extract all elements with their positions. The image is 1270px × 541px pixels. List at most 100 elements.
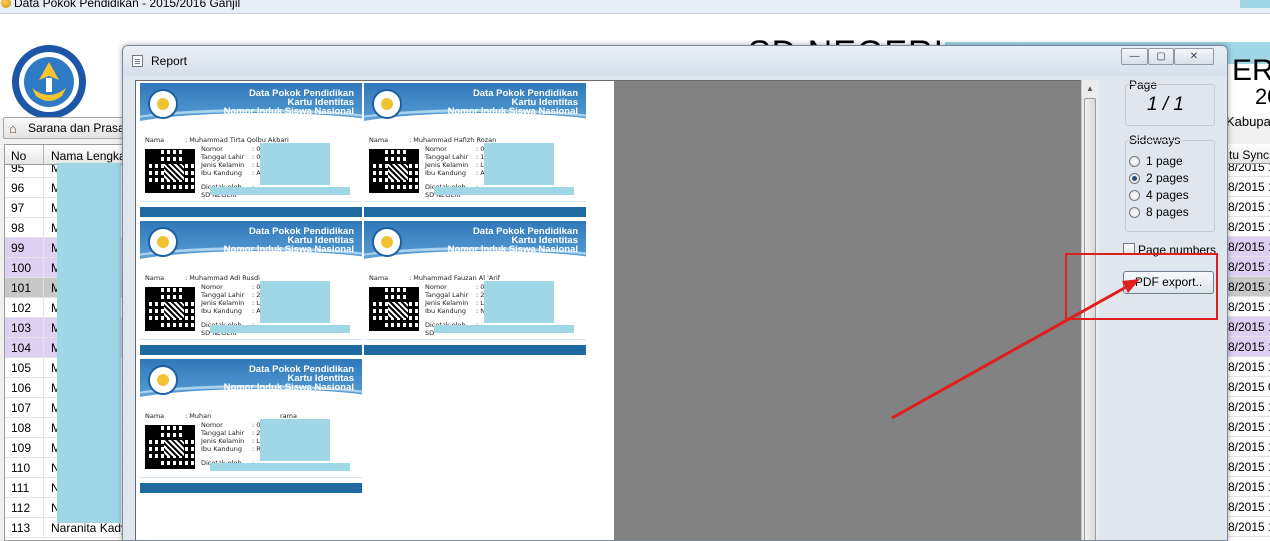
name-label: Nama [145, 274, 165, 282]
row-number: 97 [11, 201, 25, 215]
redaction-block [484, 281, 554, 323]
table-row[interactable]: 8/2015 1 [1227, 177, 1270, 197]
row-name: Naranita Kady [51, 521, 126, 535]
jk-label: Jenis Kelamin [201, 161, 245, 169]
card-footer-bar [364, 207, 586, 217]
card-subtitle: Nomor Induk Siswa Nasional [447, 106, 578, 117]
redaction-block [260, 143, 330, 185]
col-header-no[interactable]: No [11, 149, 26, 163]
qr-code [145, 425, 195, 469]
column-divider [43, 178, 44, 198]
row-number: 100 [11, 261, 32, 275]
row-number: 107 [11, 401, 32, 415]
column-divider [43, 518, 44, 538]
column-divider [43, 198, 44, 218]
tgl-label: Tanggal Lahir [425, 153, 469, 161]
qr-code [369, 149, 419, 193]
sideways-radio-1[interactable] [1129, 156, 1140, 167]
row-number: 105 [11, 361, 32, 375]
table-row[interactable]: 8/2015 1 [1227, 237, 1270, 257]
house-icon: ⌂ [9, 121, 17, 136]
qr-pattern [388, 302, 408, 318]
qr-pattern [164, 302, 184, 318]
header-year-fragment: 20 [1255, 84, 1270, 109]
student-grid[interactable]: 95 M 96 M 97 M 98 M 99 M 100 M 101 M 102 M 103 M 104 M 105 M 1… [4, 144, 126, 541]
col-header-sync[interactable]: tu Sync [1227, 144, 1270, 164]
redaction-block [434, 187, 574, 195]
sideways-option-label[interactable]: 1 page [1146, 154, 1183, 168]
scroll-up-arrow-icon[interactable]: ▲ [1086, 84, 1094, 93]
jk-label: Jenis Kelamin [201, 299, 245, 307]
ibu-label: Ibu Kandung [425, 307, 466, 315]
table-row[interactable]: 8/2015 1 [1227, 437, 1270, 457]
card-subtitle: Nomor Induk Siswa Nasional [223, 106, 354, 117]
redaction-block [1240, 0, 1270, 8]
sideways-radio-4[interactable] [1129, 207, 1140, 218]
row-number: 104 [11, 341, 32, 355]
table-row[interactable]: 8/2015 1 [1227, 257, 1270, 277]
row-number: 106 [11, 381, 32, 395]
card-footer-bar [140, 207, 362, 217]
table-row[interactable]: 8/2015 1 [1227, 497, 1270, 517]
nomor-label: Nomor [201, 283, 223, 291]
redaction-block [434, 325, 574, 333]
tut-wuri-handayani-logo [12, 45, 86, 119]
student-id-card: Data Pokok Pendidikan Kartu Identitas Nomo… [140, 359, 362, 493]
table-row[interactable]: 8/2015 1 [1227, 197, 1270, 217]
tut-wuri-emblem-icon [372, 89, 402, 119]
annotation-highlight-box [1065, 253, 1218, 320]
tab-sarana-prasarana[interactable]: ⌂ Sarana dan Prasar [3, 117, 133, 139]
tut-wuri-emblem-icon [372, 227, 402, 257]
table-row[interactable]: 8/2015 1 [1227, 337, 1270, 357]
student-id-card: Data Pokok Pendidikan Kartu Identitas Nomo… [140, 221, 362, 355]
table-row[interactable]: 8/2015 1 [1227, 477, 1270, 497]
column-divider [43, 278, 44, 298]
name-value: : Muhan [185, 412, 212, 420]
column-divider [43, 358, 44, 378]
qr-pattern [388, 164, 408, 180]
header-kabupaten-fragment: Kabupa [1226, 114, 1270, 129]
row-number: 96 [11, 181, 25, 195]
minimize-button[interactable]: — [1121, 48, 1148, 65]
table-row[interactable]: 8/2015 1 [1227, 397, 1270, 417]
dialog-titlebar[interactable]: Report — ▢ ✕ [123, 46, 1227, 76]
table-row[interactable]: 8/2015 1 [1227, 217, 1270, 237]
tut-wuri-emblem-icon [148, 365, 178, 395]
col-header-name[interactable]: Nama Lengka [51, 149, 125, 163]
table-row[interactable]: 8/2015 1 [1227, 277, 1270, 297]
tut-wuri-emblem-icon [148, 89, 178, 119]
ibu-label: Ibu Kandung [201, 307, 242, 315]
table-row[interactable]: 8/2015 1 [1227, 517, 1270, 537]
maximize-button[interactable]: ▢ [1148, 48, 1174, 65]
redaction-block [57, 163, 121, 523]
sideways-option-label[interactable]: 4 pages [1146, 188, 1189, 202]
redaction-block [260, 419, 330, 461]
column-divider [43, 238, 44, 258]
column-divider [43, 218, 44, 238]
nomor-label: Nomor [425, 145, 447, 153]
row-number: 102 [11, 301, 32, 315]
report-preview[interactable]: Data Pokok Pendidikan Kartu Identitas Nomo… [135, 80, 1099, 540]
header-fragment: ER [1232, 54, 1270, 87]
qr-code [145, 149, 195, 193]
tgl-label: Tanggal Lahir [201, 291, 245, 299]
table-row[interactable]: 8/2015 0 [1227, 377, 1270, 397]
redaction-block [260, 281, 330, 323]
sync-column-grid[interactable]: 8/2015 18/2015 18/2015 18/2015 18/2015 1… [1226, 144, 1270, 541]
close-button[interactable]: ✕ [1174, 48, 1214, 65]
table-row[interactable]: 8/2015 1 [1227, 357, 1270, 377]
redaction-block [210, 325, 350, 333]
nomor-label: Nomor [201, 145, 223, 153]
table-row[interactable]: 8/2015 1 [1227, 417, 1270, 437]
sideways-option-label[interactable]: 8 pages [1146, 205, 1189, 219]
table-row[interactable]: 8/2015 1 [1227, 457, 1270, 477]
card-footer-bar [140, 483, 362, 493]
sideways-radio-2[interactable] [1129, 173, 1140, 184]
column-divider [43, 498, 44, 518]
redaction-block [484, 143, 554, 185]
table-row[interactable]: 8/2015 1 [1227, 297, 1270, 317]
sideways-option-label[interactable]: 2 pages [1146, 171, 1189, 185]
sideways-radio-3[interactable] [1129, 190, 1140, 201]
table-row[interactable]: 8/2015 1 [1227, 317, 1270, 337]
ibu-label: Ibu Kandung [201, 445, 242, 453]
